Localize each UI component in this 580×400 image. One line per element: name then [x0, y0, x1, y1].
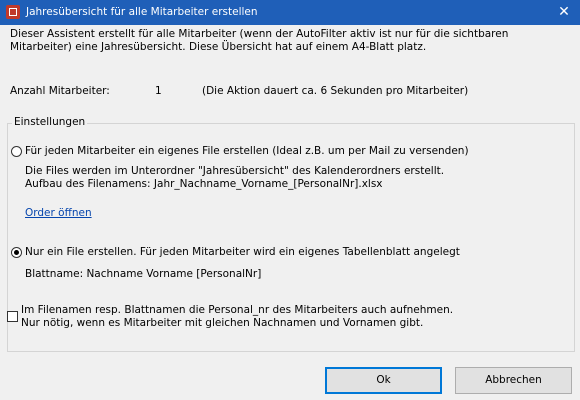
- filename-format-info: Aufbau des Filenamens: Jahr_Nachname_Vor…: [25, 178, 383, 190]
- open-folder-link[interactable]: Order öffnen: [25, 207, 92, 219]
- single-file-radio[interactable]: [11, 247, 22, 258]
- window-title: Jahresübersicht für alle Mitarbeiter ers…: [26, 6, 258, 18]
- ok-button[interactable]: Ok: [325, 367, 442, 394]
- employee-count-value: 1: [155, 85, 162, 97]
- close-button[interactable]: ✕: [550, 0, 578, 25]
- description-text: Dieser Assistent erstellt für alle Mitar…: [10, 28, 509, 53]
- excel-app-icon: [6, 5, 20, 19]
- employee-count-label: Anzahl Mitarbeiter:: [10, 85, 110, 97]
- single-file-label[interactable]: Nur ein File erstellen. Für jeden Mitarb…: [25, 246, 460, 258]
- sheet-name-info: Blattname: Nachname Vorname [PersonalNr]: [25, 268, 262, 280]
- title-bar: Jahresübersicht für alle Mitarbeiter ers…: [0, 0, 580, 25]
- cancel-button[interactable]: Abbrechen: [455, 367, 572, 394]
- settings-legend: Einstellungen: [12, 116, 88, 128]
- separate-files-radio[interactable]: [11, 146, 22, 157]
- include-personal-nr-checkbox[interactable]: [7, 311, 18, 322]
- include-personal-nr-label[interactable]: Im Filenamen resp. Blattnamen die Person…: [21, 304, 453, 316]
- duration-note: (Die Aktion dauert ca. 6 Sekunden pro Mi…: [202, 85, 469, 97]
- files-location-info: Die Files werden im Unterordner "Jahresü…: [25, 165, 445, 177]
- include-personal-nr-hint: Nur nötig, wenn es Mitarbeiter mit gleic…: [21, 317, 424, 329]
- separate-files-label[interactable]: Für jeden Mitarbeiter ein eigenes File e…: [25, 145, 469, 157]
